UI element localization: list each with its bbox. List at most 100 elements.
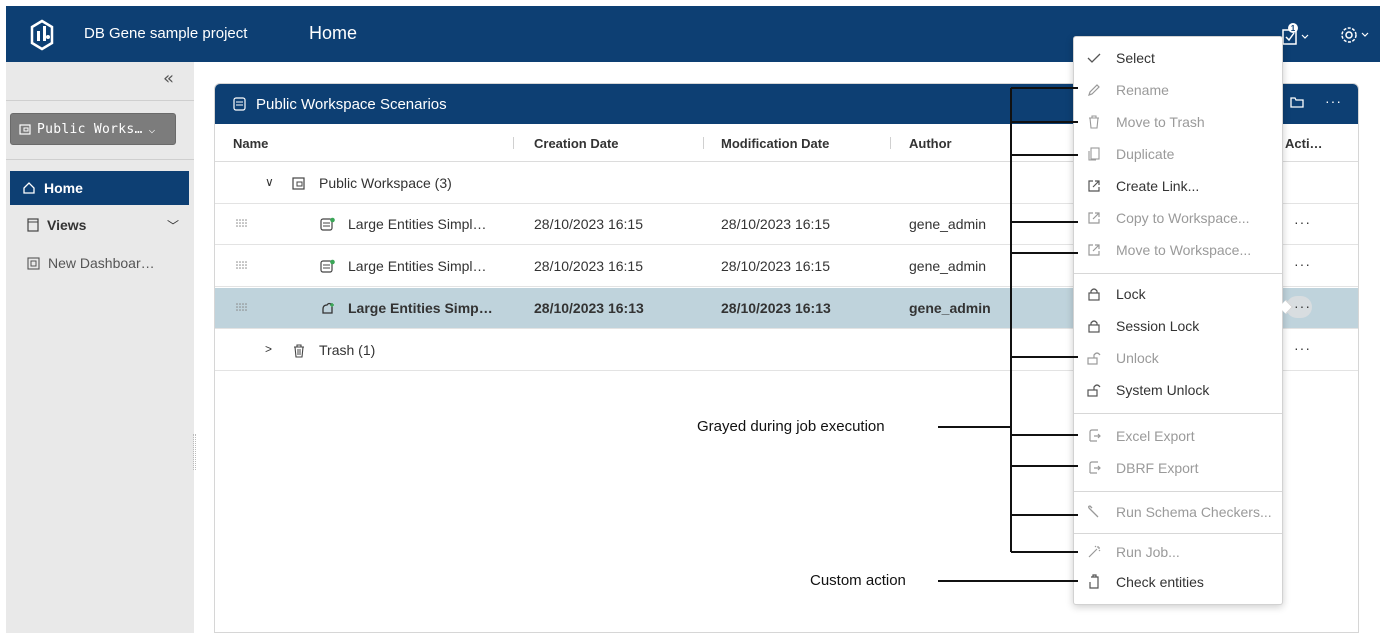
sidebar-item-label: New Dashboar… — [48, 255, 155, 271]
menu-item-rename[interactable]: Rename — [1074, 75, 1282, 105]
menu-item-duplicate[interactable]: Duplicate — [1074, 139, 1282, 169]
menu-separator — [1074, 533, 1282, 534]
row-actions-more-icon[interactable]: ··· — [1294, 298, 1311, 314]
menu-item-system-unlock[interactable]: System Unlock — [1074, 375, 1282, 405]
notifications-icon[interactable]: 1 — [1281, 22, 1311, 48]
clipboard-icon — [1089, 574, 1099, 589]
menu-item-run-schema-checkers[interactable]: Run Schema Checkers... — [1074, 497, 1282, 527]
drag-handle-icon[interactable] — [235, 217, 247, 229]
panel-more-icon[interactable]: ··· — [1325, 93, 1342, 109]
row-created: 28/10/2023 16:13 — [534, 300, 644, 316]
sidebar-item-views[interactable]: Views ﹀ — [10, 210, 189, 240]
cloud-scenario-icon — [322, 302, 334, 314]
row-modified: 28/10/2023 16:13 — [721, 300, 831, 316]
chevron-right-icon[interactable]: > — [265, 342, 272, 356]
group-label: Public Workspace (3) — [319, 175, 452, 191]
drag-handle-icon[interactable] — [235, 259, 247, 271]
collapse-sidebar-icon[interactable]: « — [163, 68, 174, 89]
workspace-icon — [292, 177, 305, 190]
menu-item-label: Run Job... — [1116, 544, 1180, 560]
row-author: gene_admin — [909, 300, 991, 316]
workspace-icon — [19, 124, 31, 135]
menu-item-label: Select — [1116, 50, 1155, 66]
divider — [6, 159, 194, 160]
workspace-select[interactable]: Public Works… ⌵ — [10, 113, 176, 145]
database-icon — [233, 97, 246, 111]
views-icon — [27, 218, 39, 232]
unlock-icon — [1087, 352, 1101, 365]
check-icon — [1087, 53, 1101, 63]
menu-item-label: Session Lock — [1116, 318, 1200, 334]
sidebar-resize-handle[interactable] — [193, 434, 196, 470]
app-title: DB Gene sample project — [84, 25, 248, 42]
menu-item-label: Create Link... — [1116, 178, 1200, 194]
menu-item-run-job[interactable]: Run Job... — [1074, 537, 1282, 567]
menu-item-label: System Unlock — [1116, 382, 1210, 398]
chevron-down-icon[interactable]: ∨ — [265, 175, 274, 189]
menu-separator — [1074, 491, 1282, 492]
row-created: 28/10/2023 16:15 — [534, 216, 643, 232]
sidebar: « Public Works… ⌵ Home Views ﹀ New Dashb… — [6, 62, 196, 633]
menu-item-label: Run Schema Checkers... — [1116, 504, 1272, 520]
export-icon — [1089, 429, 1101, 442]
menu-item-label: Check entities — [1116, 574, 1204, 590]
menu-item-select[interactable]: Select — [1074, 43, 1282, 73]
wrench-icon — [1088, 505, 1099, 518]
sidebar-item-label: Views — [47, 217, 87, 233]
dashboard-icon — [27, 256, 40, 270]
panel-title: Public Workspace Scenarios — [256, 95, 447, 113]
annotation-custom-action: Custom action — [810, 572, 906, 589]
row-actions-more-icon[interactable]: ··· — [1294, 256, 1311, 272]
menu-item-label: Copy to Workspace... — [1116, 210, 1250, 226]
column-header-name[interactable]: Name — [233, 136, 268, 151]
menu-item-check-entities[interactable]: Check entities — [1074, 567, 1282, 597]
menu-item-session-lock[interactable]: Session Lock — [1074, 311, 1282, 341]
annotation-grayed: Grayed during job execution — [697, 418, 885, 435]
menu-item-copy-to-workspace[interactable]: Copy to Workspace... — [1074, 203, 1282, 233]
menu-item-create-link[interactable]: Create Link... — [1074, 171, 1282, 201]
scenario-icon — [320, 259, 335, 273]
row-created: 28/10/2023 16:15 — [534, 258, 643, 274]
menu-separator — [1074, 413, 1282, 414]
trash-label: Trash (1) — [319, 342, 376, 358]
context-menu: Select Rename Move to Trash Duplicate Cr… — [1073, 36, 1283, 605]
row-name: Large Entities Simpl… — [348, 216, 487, 232]
menu-item-move-to-trash[interactable]: Move to Trash — [1074, 107, 1282, 137]
column-separator — [703, 137, 704, 149]
column-header-modification-date[interactable]: Modification Date — [721, 136, 829, 151]
home-icon — [23, 182, 35, 194]
sidebar-item-label: Home — [44, 180, 83, 196]
menu-item-label: Excel Export — [1116, 428, 1195, 444]
row-modified: 28/10/2023 16:15 — [721, 258, 830, 274]
menu-item-label: DBRF Export — [1116, 460, 1199, 476]
sidebar-item-new-dashboard[interactable]: New Dashboar… — [10, 248, 189, 278]
svg-text:1: 1 — [1291, 24, 1296, 33]
column-header-author[interactable]: Author — [909, 136, 952, 151]
unlock-icon — [1087, 384, 1101, 397]
menu-item-label: Move to Trash — [1116, 114, 1205, 130]
pencil-icon — [1088, 84, 1100, 96]
row-actions-more-icon[interactable]: ··· — [1294, 340, 1311, 356]
menu-item-label: Unlock — [1116, 350, 1159, 366]
link-out-icon — [1088, 244, 1100, 256]
menu-item-dbrf-export[interactable]: DBRF Export — [1074, 453, 1282, 483]
menu-item-unlock[interactable]: Unlock — [1074, 343, 1282, 373]
chevron-down-icon: ﹀ — [166, 218, 179, 233]
row-actions-more-icon[interactable]: ··· — [1294, 214, 1311, 230]
column-separator — [890, 137, 891, 149]
wand-icon — [1088, 545, 1101, 558]
row-modified: 28/10/2023 16:15 — [721, 216, 830, 232]
folder-icon[interactable] — [1290, 96, 1304, 108]
sidebar-item-home[interactable]: Home — [10, 171, 189, 205]
column-header-actions[interactable]: Acti… — [1285, 136, 1323, 151]
app-logo-icon — [30, 19, 54, 51]
settings-gear-icon[interactable] — [1339, 23, 1371, 47]
copy-icon — [1088, 147, 1100, 161]
drag-handle-icon[interactable] — [235, 301, 247, 313]
column-header-creation-date[interactable]: Creation Date — [534, 136, 619, 151]
menu-item-excel-export[interactable]: Excel Export — [1074, 421, 1282, 451]
workspace-select-label: Public Works… — [37, 121, 143, 137]
menu-item-lock[interactable]: Lock — [1074, 279, 1282, 309]
scenario-icon — [320, 217, 335, 231]
menu-item-move-to-workspace[interactable]: Move to Workspace... — [1074, 235, 1282, 265]
